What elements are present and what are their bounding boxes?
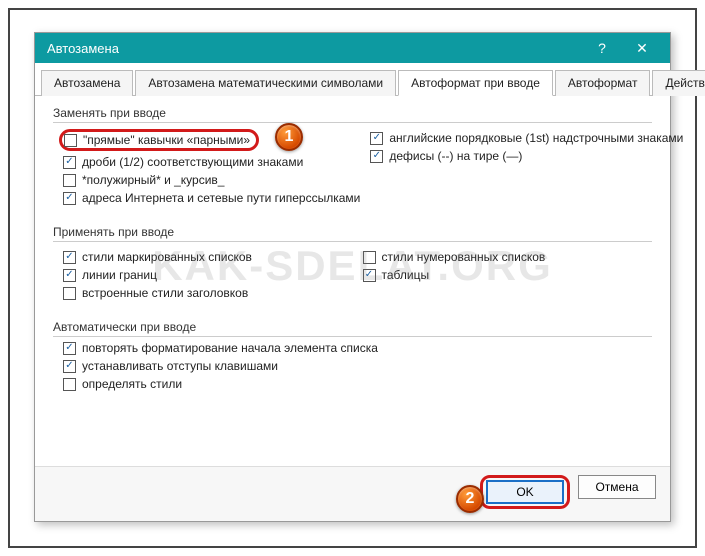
row-tables: таблицы [363, 268, 653, 282]
label-bullet-styles: стили маркированных списков [82, 250, 252, 264]
tab-autoformat[interactable]: Автоформат [555, 70, 651, 96]
label-border-lines: линии границ [82, 268, 157, 282]
row-bullet-styles: стили маркированных списков [63, 250, 353, 264]
checkbox-define-styles[interactable] [63, 378, 76, 391]
tab-autoformat-typing[interactable]: Автоформат при вводе [398, 70, 553, 96]
row-define-styles: определять стили [63, 377, 652, 391]
highlight-smart-quotes: "прямые" кавычки «парными» [59, 129, 259, 151]
checkbox-repeat-format[interactable] [63, 342, 76, 355]
label-hyperlinks: адреса Интернета и сетевые пути гиперссы… [82, 191, 360, 205]
checkbox-hyphens[interactable] [370, 150, 383, 163]
step-badge-2: 2 [456, 485, 484, 513]
group-apply-title: Применять при вводе [53, 225, 652, 242]
group-auto-title: Автоматически при вводе [53, 320, 652, 337]
close-button[interactable]: ✕ [622, 33, 662, 63]
checkbox-ordinals[interactable] [370, 132, 383, 145]
step-badge-1: 1 [275, 123, 303, 151]
label-define-styles: определять стили [82, 377, 182, 391]
row-hyphens: дефисы (--) на тире (—) [370, 149, 683, 163]
row-border-lines: линии границ [63, 268, 353, 282]
label-set-indents: устанавливать отступы клавишами [82, 359, 278, 373]
row-ordinals: английские порядковые (1st) надстрочными… [370, 131, 683, 145]
screenshot-frame: Автозамена ? ✕ Автозамена Автозамена мат… [8, 8, 697, 548]
ok-button[interactable]: OK [486, 480, 564, 504]
label-repeat-format: повторять форматирование начала элемента… [82, 341, 378, 355]
tab-math-autocorrect[interactable]: Автозамена математическими символами [135, 70, 396, 96]
row-repeat-format: повторять форматирование начала элемента… [63, 341, 652, 355]
cancel-button[interactable]: Отмена [578, 475, 656, 499]
label-bold-italic: *полужирный* и _курсив_ [82, 173, 224, 187]
dialog-content: KAK-SDELAT.ORG Заменять при вводе "прямы… [35, 96, 670, 466]
group-apply: Применять при вводе стили маркированных … [53, 225, 652, 304]
label-smart-quotes: "прямые" кавычки «парными» [83, 133, 250, 147]
row-bold-italic: *полужирный* и _курсив_ [63, 173, 360, 187]
checkbox-bold-italic[interactable] [63, 174, 76, 187]
label-number-styles: стили нумерованных списков [382, 250, 546, 264]
row-set-indents: устанавливать отступы клавишами [63, 359, 652, 373]
row-fractions: дроби (1/2) соответствующими знаками [63, 155, 360, 169]
tab-actions[interactable]: Действия [652, 70, 705, 96]
checkbox-hyperlinks[interactable] [63, 192, 76, 205]
tab-strip: Автозамена Автозамена математическими си… [35, 63, 670, 96]
checkbox-smart-quotes[interactable] [64, 134, 77, 147]
checkbox-heading-styles[interactable] [63, 287, 76, 300]
checkbox-bullet-styles[interactable] [63, 251, 76, 264]
autocorrect-dialog: Автозамена ? ✕ Автозамена Автозамена мат… [34, 32, 671, 522]
label-hyphens: дефисы (--) на тире (—) [389, 149, 522, 163]
group-replace: Заменять при вводе "прямые" кавычки «пар… [53, 106, 652, 209]
row-number-styles: стили нумерованных списков [363, 250, 653, 264]
label-tables: таблицы [382, 268, 430, 282]
checkbox-set-indents[interactable] [63, 360, 76, 373]
group-auto: Автоматически при вводе повторять формат… [53, 320, 652, 391]
checkbox-border-lines[interactable] [63, 269, 76, 282]
label-heading-styles: встроенные стили заголовков [82, 286, 248, 300]
highlight-ok: OK [480, 475, 570, 509]
checkbox-number-styles[interactable] [363, 251, 376, 264]
row-hyperlinks: адреса Интернета и сетевые пути гиперссы… [63, 191, 360, 205]
row-heading-styles: встроенные стили заголовков [63, 286, 353, 300]
help-button[interactable]: ? [582, 33, 622, 63]
button-row: 2 OK Отмена [35, 466, 670, 521]
tab-autocorrect[interactable]: Автозамена [41, 70, 133, 96]
checkbox-tables[interactable] [363, 269, 376, 282]
titlebar: Автозамена ? ✕ [35, 33, 670, 63]
checkbox-fractions[interactable] [63, 156, 76, 169]
group-replace-title: Заменять при вводе [53, 106, 652, 123]
label-fractions: дроби (1/2) соответствующими знаками [82, 155, 303, 169]
window-title: Автозамена [47, 41, 582, 56]
label-ordinals: английские порядковые (1st) надстрочными… [389, 131, 683, 145]
